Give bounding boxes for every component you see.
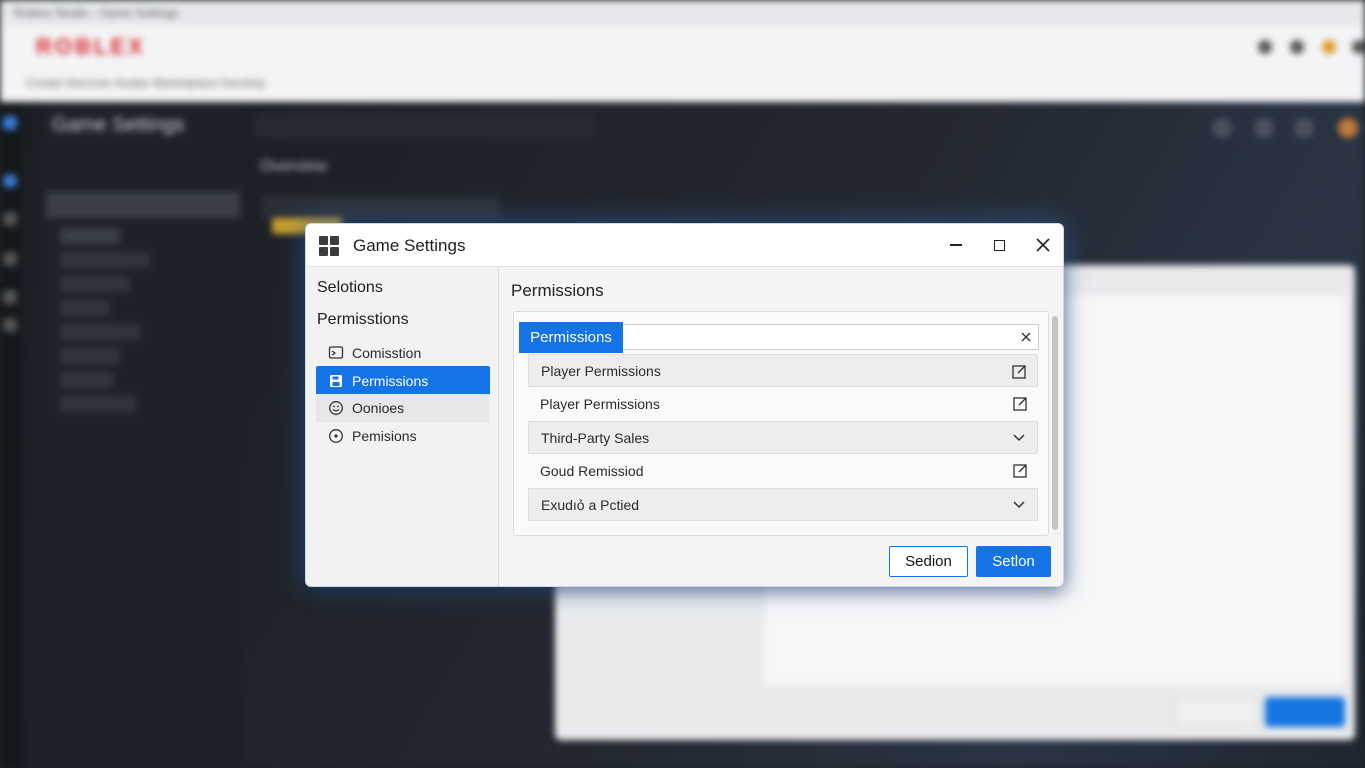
side-panel-row[interactable]: [60, 276, 130, 292]
nav-item-label: Oonioes: [352, 400, 405, 416]
pane-title: Permissions: [511, 281, 604, 300]
edit-icon[interactable]: [1011, 363, 1027, 379]
tool-icon[interactable]: [3, 290, 17, 304]
nav-item-oonioes[interactable]: Oonioes: [316, 394, 489, 422]
studio-section-heading: Overview: [260, 158, 327, 175]
list-item[interactable]: Exudıỏ a Pctied: [528, 488, 1038, 521]
list-item-label: Player Permissions: [540, 395, 660, 412]
nav-item-label: Permissions: [352, 372, 429, 389]
target-icon: [328, 428, 344, 444]
nav-section-heading: Permisstions: [317, 311, 409, 328]
edit-icon[interactable]: [1012, 395, 1028, 411]
side-panel-selected-row[interactable]: [46, 192, 240, 218]
permissions-pane: Permissions Permissions Player Permissio…: [500, 267, 1063, 586]
close-icon: [1021, 332, 1031, 342]
avatar[interactable]: [1338, 118, 1358, 138]
background-dialog-ok-button[interactable]: [1265, 697, 1345, 727]
side-panel-row[interactable]: [60, 372, 114, 388]
primary-button[interactable]: Setlon: [976, 546, 1051, 577]
tool-icon[interactable]: [3, 212, 17, 226]
studio-icon[interactable]: [3, 116, 17, 130]
studio-panel-title: Game Settings: [52, 114, 185, 136]
toolbar-icon[interactable]: [1254, 118, 1274, 138]
game-settings-dialog: Game Settings Selotions Permisstions Com…: [305, 223, 1064, 587]
list-item-label: Exudıỏ a Pctied: [541, 496, 640, 513]
side-panel-row[interactable]: [60, 324, 140, 340]
nav-item-label: Comisstion: [352, 345, 422, 361]
maximize-button[interactable]: [985, 232, 1013, 258]
permissions-list: Permissions Player Permissions Player Pe…: [513, 311, 1049, 536]
clear-search-button[interactable]: [1018, 329, 1034, 345]
smiley-icon: [328, 400, 344, 416]
browser-tabbar: Roblox Studio - Game Settings: [0, 0, 1365, 26]
dialog-title: Game Settings: [353, 236, 466, 255]
list-item[interactable]: Player Permissions: [528, 387, 1038, 420]
list-item[interactable]: Player Permissions: [528, 354, 1038, 387]
side-panel-row[interactable]: [60, 228, 120, 244]
minimize-icon: [950, 244, 962, 246]
list-item[interactable]: Goud Remissiod: [528, 454, 1038, 487]
minimize-button[interactable]: [942, 232, 970, 258]
home-icon[interactable]: [3, 174, 17, 188]
studio-top-menu[interactable]: [254, 114, 594, 138]
vertical-scrollbar[interactable]: [1052, 316, 1058, 530]
toolbar-icon[interactable]: [1294, 118, 1314, 138]
secondary-button[interactable]: Sedion: [889, 546, 968, 577]
grid-app-icon: [319, 236, 339, 256]
close-icon: [1036, 238, 1050, 252]
robux-icon[interactable]: [1322, 40, 1336, 54]
menu-icon[interactable]: [1352, 40, 1365, 54]
side-panel-row[interactable]: [60, 396, 136, 412]
search-input[interactable]: Permissions: [519, 322, 1039, 353]
studio-field[interactable]: [262, 196, 500, 218]
background-dialog-cancel-button[interactable]: [1175, 697, 1259, 727]
side-panel-row[interactable]: [60, 252, 150, 268]
nav-section-heading: Selotions: [317, 279, 383, 296]
save-icon: [328, 373, 344, 389]
search-icon[interactable]: [1258, 40, 1272, 54]
maximize-icon: [993, 239, 1005, 251]
settings-nav: Selotions Permisstions Comisstion Permis…: [306, 267, 499, 586]
nav-item-permissions[interactable]: Permissions: [316, 366, 490, 395]
roblox-logo[interactable]: ROBLEX: [36, 34, 146, 60]
tool-icon[interactable]: [3, 318, 17, 332]
nav-item-comisstion[interactable]: Comisstion: [316, 339, 489, 367]
list-item[interactable]: Third-Party Sales: [528, 421, 1038, 454]
bookmarks-bar[interactable]: Create Discover Avatar Marketplace Devel…: [26, 76, 265, 90]
edit-icon[interactable]: [1012, 462, 1028, 478]
close-button[interactable]: [1029, 232, 1057, 258]
left-rail: [0, 102, 22, 768]
message-icon: [328, 345, 344, 361]
side-panel-row[interactable]: [60, 300, 110, 316]
search-filter-tag[interactable]: Permissions: [519, 322, 623, 353]
notification-icon[interactable]: [1290, 40, 1304, 54]
list-item-label: Goud Remissiod: [540, 462, 644, 479]
list-item-label: Player Permissions: [541, 362, 661, 379]
chevron-down-icon[interactable]: [1011, 430, 1027, 446]
chevron-down-icon[interactable]: [1011, 497, 1027, 513]
side-panel-row[interactable]: [60, 348, 120, 364]
list-item-label: Third-Party Sales: [541, 429, 650, 446]
tool-icon[interactable]: [3, 252, 17, 266]
nav-item-pemisions[interactable]: Pemisions: [316, 422, 489, 450]
dialog-titlebar[interactable]: Game Settings: [306, 224, 1063, 267]
toolbar-icon[interactable]: [1212, 118, 1232, 138]
browser-tab-title[interactable]: Roblox Studio - Game Settings: [14, 6, 179, 20]
nav-item-label: Pemisions: [352, 428, 417, 444]
